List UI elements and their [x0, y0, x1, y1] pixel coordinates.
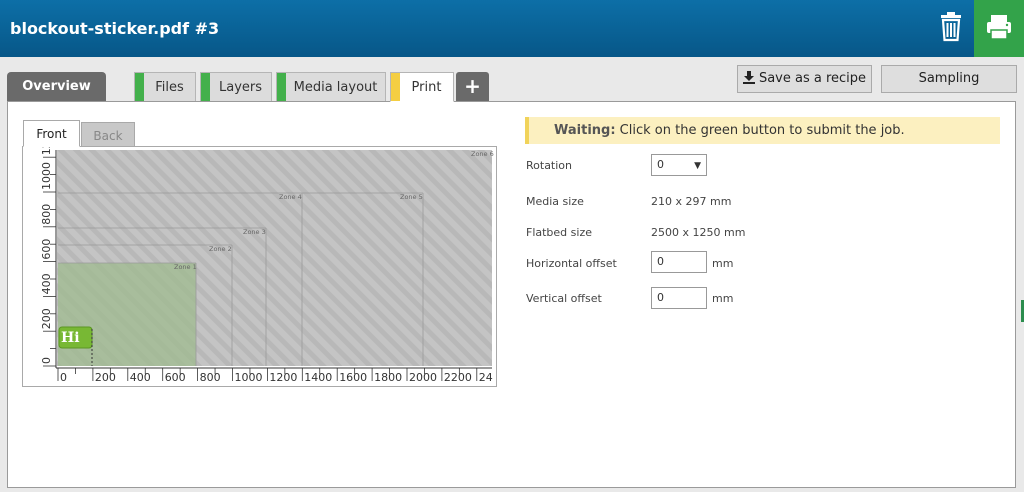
status-label: Waiting:	[554, 123, 616, 138]
subtab-back-label: Back	[93, 129, 123, 143]
tab-files-status	[135, 73, 144, 101]
save-recipe-button[interactable]: Save as a recipe	[737, 65, 872, 93]
tab-overview[interactable]: Overview	[7, 72, 106, 101]
x-axis-label: 1600	[339, 371, 367, 384]
media-area	[58, 263, 196, 366]
x-axis-label: 2200	[444, 371, 472, 384]
x-axis-label: 0	[60, 371, 67, 384]
y-axis-label: 1200	[40, 147, 53, 155]
tab-media-layout[interactable]: Media layout	[276, 72, 386, 101]
media-size-label: Media size	[526, 195, 584, 208]
horizontal-offset-label: Horizontal offset	[526, 257, 617, 270]
x-axis-label: 1800	[374, 371, 402, 384]
tab-print-label: Print	[411, 80, 442, 95]
rotation-value: 0	[657, 158, 664, 171]
tab-layers-status	[201, 73, 210, 101]
subtab-front-label: Front	[36, 127, 67, 141]
media-logo-text: Hi	[61, 330, 80, 346]
x-axis-label: 24	[479, 371, 493, 384]
tab-media-layout-label: Media layout	[293, 80, 378, 95]
tab-overview-label: Overview	[22, 79, 91, 94]
tab-layers-label: Layers	[218, 80, 263, 95]
save-recipe-label: Save as a recipe	[758, 71, 867, 86]
tab-print-status	[391, 73, 400, 101]
flatbed-size-label: Flatbed size	[526, 226, 592, 239]
plus-icon: +	[464, 74, 481, 98]
flatbed-size-value: 2500 x 1250 mm	[651, 226, 746, 239]
sampling-label: Sampling	[918, 71, 980, 86]
rotation-label: Rotation	[526, 159, 573, 172]
vertical-offset-value: 0	[657, 291, 664, 304]
tab-files-label: Files	[155, 80, 184, 95]
subtab-front[interactable]: Front	[23, 120, 80, 147]
subtab-back[interactable]: Back	[81, 122, 135, 147]
y-axis-label: 800	[40, 204, 53, 225]
delete-button[interactable]	[932, 8, 970, 48]
trash-icon	[941, 12, 961, 42]
media-size-value: 210 x 297 mm	[651, 195, 732, 208]
flatbed-diagram: Zone 1 Zone 2 Zone 3 Zone 4 Zone 5 Zone …	[40, 147, 494, 384]
sampling-button[interactable]: Sampling	[881, 65, 1017, 93]
zone-6-label: Zone 6	[471, 150, 494, 158]
vertical-offset-unit: mm	[712, 292, 734, 305]
tab-files[interactable]: Files	[134, 72, 196, 101]
zone-3-label: Zone 3	[243, 228, 266, 236]
x-axis-label: 1200	[269, 371, 297, 384]
print-button[interactable]	[974, 0, 1024, 57]
tab-print[interactable]: Print	[390, 72, 454, 102]
x-axis-label: 600	[165, 371, 186, 384]
tab-media-layout-status	[277, 73, 286, 101]
y-axis-label: 600	[40, 239, 53, 260]
zone-5-label: Zone 5	[400, 193, 423, 201]
download-icon	[742, 71, 755, 84]
y-axis-label: 400	[40, 273, 53, 294]
add-tab-button[interactable]: +	[456, 72, 489, 101]
x-axis-label: 1400	[304, 371, 332, 384]
tab-layers[interactable]: Layers	[200, 72, 272, 101]
chevron-down-icon: ▼	[694, 161, 701, 171]
status-banner: Waiting: Click on the green button to su…	[525, 117, 1000, 144]
x-axis-label: 800	[200, 371, 221, 384]
document-title: blockout-sticker.pdf #3	[10, 19, 220, 38]
x-axis-label: 1000	[235, 371, 263, 384]
x-axis-label: 200	[95, 371, 116, 384]
horizontal-offset-value: 0	[657, 255, 664, 268]
status-message: Click on the green button to submit the …	[615, 123, 905, 138]
rotation-select[interactable]: 0 ▼	[651, 154, 707, 176]
zone-4-label: Zone 4	[279, 193, 302, 201]
horizontal-offset-input[interactable]: 0	[651, 251, 707, 273]
vertical-offset-label: Vertical offset	[526, 292, 602, 305]
x-axis-label: 2000	[409, 371, 437, 384]
y-axis-label: 0	[40, 357, 53, 364]
x-axis-label: 400	[130, 371, 151, 384]
printer-icon	[987, 15, 1011, 40]
vertical-offset-input[interactable]: 0	[651, 287, 707, 309]
zone-1-label: Zone 1	[174, 263, 197, 271]
title-bar: blockout-sticker.pdf #3	[0, 0, 1024, 57]
y-axis-label: 1000	[40, 162, 53, 190]
zone-2-label: Zone 2	[209, 245, 232, 253]
y-axis-label: 200	[40, 308, 53, 329]
horizontal-offset-unit: mm	[712, 257, 734, 270]
